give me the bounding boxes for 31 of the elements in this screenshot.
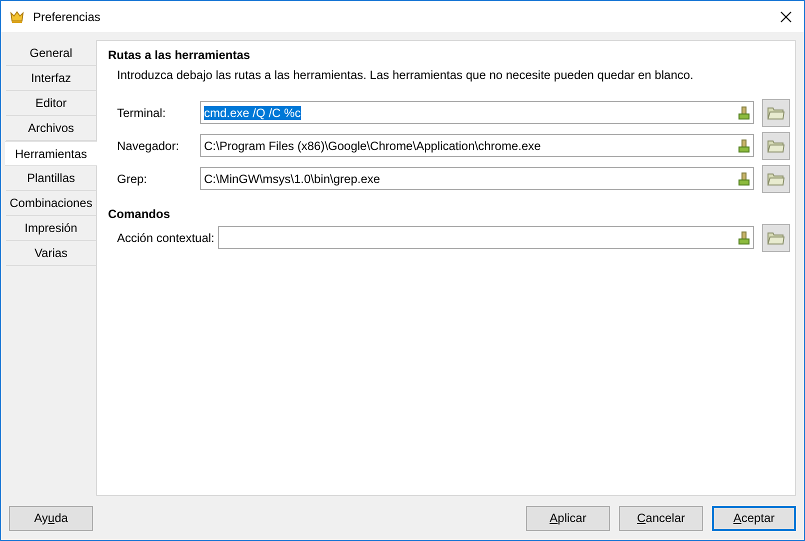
browse-button[interactable] <box>762 164 790 192</box>
sidebar-tab[interactable]: Herramientas <box>5 141 97 166</box>
path-field[interactable]: C:\MinGW\msys\1.0\bin\grep.exe <box>200 167 754 190</box>
clear-icon[interactable] <box>738 138 750 152</box>
section-heading: Comandos <box>108 206 172 221</box>
dialog-button[interactable]: Aceptar <box>712 506 796 530</box>
section-heading: Rutas a las herramientas <box>108 47 252 62</box>
help-button[interactable]: Ayuda <box>9 506 93 530</box>
dialog-button[interactable]: Cancelar <box>619 506 703 530</box>
path-field[interactable]: cmd.exe /Q /C %c <box>200 101 754 124</box>
path-field[interactable]: C:\Program Files (x86)\Google\Chrome\Application\chrome.exe <box>200 134 754 157</box>
window-title: Preferencias <box>33 8 100 26</box>
folder-icon <box>767 106 785 120</box>
close-icon[interactable] <box>780 10 792 22</box>
folder-icon <box>767 138 785 152</box>
clear-icon[interactable] <box>738 230 750 244</box>
browse-button[interactable] <box>762 132 790 160</box>
folder-icon <box>767 172 785 186</box>
field-label: Grep: <box>117 170 148 188</box>
clear-icon[interactable] <box>738 106 750 120</box>
browse-button[interactable] <box>762 98 790 126</box>
clear-icon[interactable] <box>738 172 750 186</box>
description-text: Introduzca debajo las rutas a las herramientas. Las herramientas que no necesite pueden quedar en blanco. <box>117 67 694 84</box>
dialog-button[interactable]: Aplicar <box>526 506 610 530</box>
field-label: Navegador: <box>117 138 180 154</box>
app-icon <box>9 10 25 24</box>
path-field[interactable] <box>218 226 754 249</box>
field-label: Terminal: <box>117 104 167 122</box>
field-label: Acción contextual: <box>117 230 214 246</box>
browse-button[interactable] <box>762 224 790 252</box>
folder-icon <box>767 230 785 244</box>
